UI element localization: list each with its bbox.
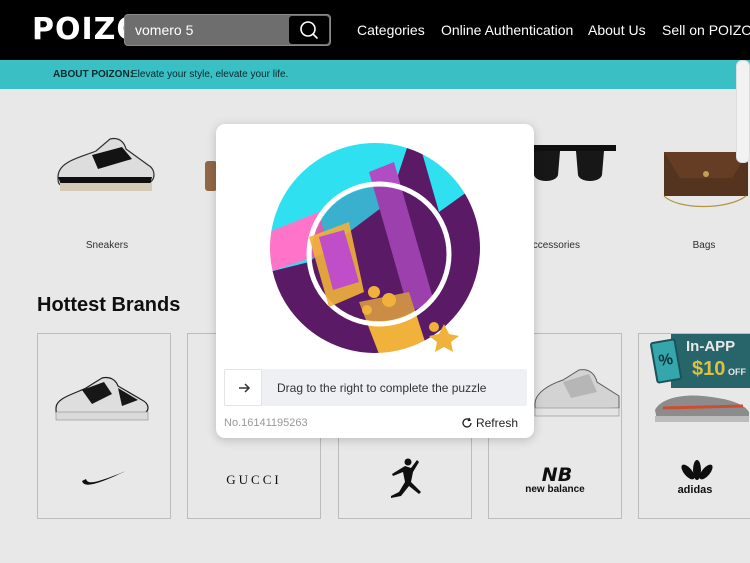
- captcha-refresh-button[interactable]: Refresh: [461, 416, 518, 430]
- captcha-serial-number: No.16141195263: [224, 417, 308, 429]
- nav-sell-on-poizon[interactable]: Sell on POIZON: [662, 22, 750, 38]
- about-tagline: Elevate your style, elevate your life.: [131, 69, 289, 80]
- captcha-slider-handle[interactable]: [224, 369, 262, 406]
- nav-categories[interactable]: Categories: [357, 22, 425, 38]
- captcha-slider-track[interactable]: Drag to the right to complete the puzzle: [224, 369, 527, 406]
- about-label: ABOUT POIZON:: [53, 69, 133, 80]
- arrow-right-icon: [239, 383, 251, 393]
- search-icon: [300, 21, 318, 39]
- scrollbar-thumb[interactable]: [736, 60, 750, 163]
- nav-online-authentication[interactable]: Online Authentication: [441, 22, 573, 38]
- search-input[interactable]: [135, 15, 285, 45]
- captcha-instruction: Drag to the right to complete the puzzle: [277, 381, 487, 395]
- refresh-label: Refresh: [475, 416, 518, 430]
- nav-about-us[interactable]: About Us: [588, 22, 646, 38]
- search-box: [124, 14, 331, 46]
- about-banner: ABOUT POIZON: Elevate your style, elevat…: [0, 60, 750, 89]
- refresh-icon: [462, 417, 472, 428]
- captcha-puzzle-image: [269, 142, 481, 354]
- captcha-modal: Drag to the right to complete the puzzle…: [216, 124, 534, 438]
- top-header: POIZON Categories Online Authentication …: [0, 0, 750, 60]
- search-button[interactable]: [289, 16, 329, 44]
